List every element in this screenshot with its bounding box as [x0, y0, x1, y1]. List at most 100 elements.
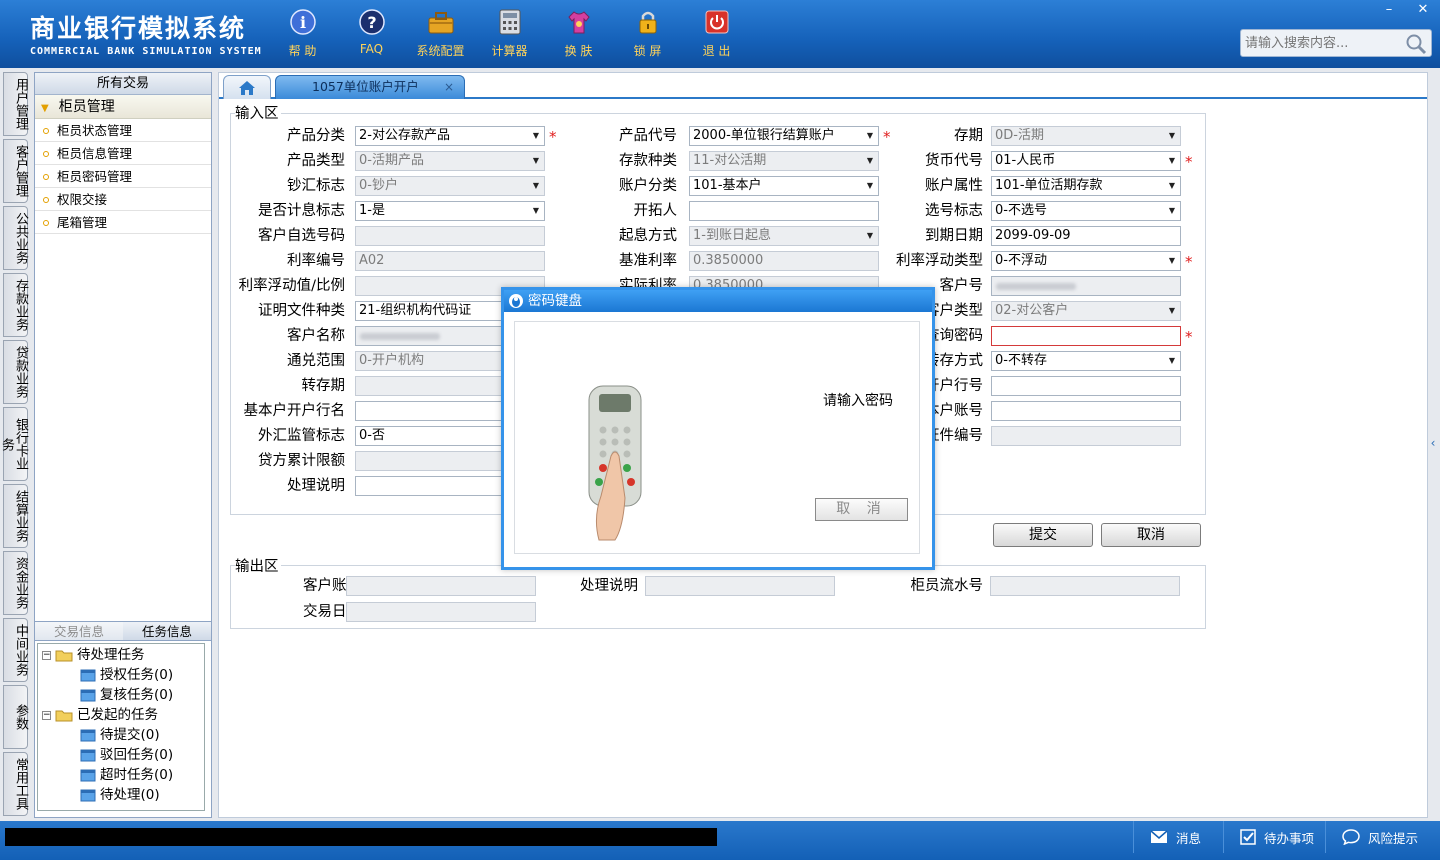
message-button[interactable]: 消息	[1133, 821, 1223, 853]
field-value: 101-基本户	[693, 178, 762, 193]
input-section-label: 输入区	[235, 102, 281, 123]
menu-tail-box[interactable]: 尾箱管理	[35, 211, 211, 234]
tree-node-pending[interactable]: − 待处理任务	[42, 645, 145, 665]
label-col1-6: 利率浮动值/比例	[238, 278, 345, 294]
dropdown-arrow-icon[interactable]: ▼	[1164, 302, 1180, 320]
dropdown-arrow-icon[interactable]: ▼	[528, 127, 544, 145]
select-col2-2[interactable]: 101-基本户 ▼	[689, 176, 879, 196]
select-col3-5[interactable]: 0-不浮动 ▼	[991, 251, 1181, 271]
vtab-bank-card-business[interactable]: 银行卡业务	[0, 407, 28, 481]
select-col1-0[interactable]: 2-对公存款产品 ▼	[355, 126, 545, 146]
menu-teller-info[interactable]: 柜员信息管理	[35, 142, 211, 165]
tree-label: 待处理任务	[77, 647, 145, 663]
bullet-icon	[43, 151, 49, 157]
tree-node-timeout[interactable]: 超时任务(0)	[80, 765, 173, 785]
select-col3-1[interactable]: 01-人民币 ▼	[991, 151, 1181, 171]
label-col1-3: 是否计息标志	[258, 203, 345, 219]
search-input[interactable]	[1241, 30, 1401, 56]
menu-permission-handover[interactable]: 权限交接	[35, 188, 211, 211]
field-value: 0-不选号	[995, 203, 1047, 218]
vtab-fund-business[interactable]: 资金业务	[3, 551, 28, 615]
module-tabs: 用户管理 客户管理 公共业务 存款业务 贷款业务 银行卡业务 结算业务 资金业务…	[0, 72, 28, 819]
vtab-public-business[interactable]: 公共业务	[3, 206, 28, 270]
collapse-icon[interactable]: −	[42, 650, 51, 660]
tree-node-todo[interactable]: 待处理(0)	[80, 785, 160, 805]
vtab-customer-management[interactable]: 客户管理	[3, 139, 28, 203]
input-col3-4[interactable]: 2099-09-09	[991, 226, 1181, 246]
field-value: 0D-活期	[995, 128, 1044, 143]
task-tree: − 待处理任务 授权任务(0) 复核任务(0) − 已发起的任务 待提交(0) …	[37, 643, 205, 811]
input-col3-8[interactable]	[991, 326, 1181, 346]
field-value: 11-对公活期	[693, 153, 767, 168]
menu-teller-password[interactable]: 柜员密码管理	[35, 165, 211, 188]
collapse-icon[interactable]: −	[42, 710, 51, 720]
cancel-button[interactable]: 取消	[1101, 523, 1201, 547]
input-col3-11[interactable]	[991, 401, 1181, 421]
vtab-settlement-business[interactable]: 结算业务	[3, 484, 28, 548]
tree-node-initiated[interactable]: − 已发起的任务	[42, 705, 158, 725]
dropdown-arrow-icon[interactable]: ▼	[528, 177, 544, 195]
tree-node-submit[interactable]: 待提交(0)	[80, 725, 160, 745]
select-col3-2[interactable]: 101-单位活期存款 ▼	[991, 176, 1181, 196]
collapse-right-icon[interactable]: ‹	[1428, 425, 1438, 461]
dropdown-arrow-icon[interactable]: ▼	[1164, 252, 1180, 270]
close-window-button[interactable]: ✕	[1406, 0, 1440, 18]
select-col2-0[interactable]: 2000-单位银行结算账户 ▼	[689, 126, 879, 146]
dropdown-arrow-icon[interactable]: ▼	[528, 152, 544, 170]
minimize-button[interactable]: –	[1372, 0, 1406, 18]
menu-teller-status[interactable]: 柜员状态管理	[35, 119, 211, 142]
tab-task-info[interactable]: 任务信息	[123, 622, 211, 640]
panel-tabs: 交易信息 任务信息	[35, 621, 211, 641]
exit-button[interactable]: 退 出	[682, 8, 751, 62]
tree-node-review[interactable]: 复核任务(0)	[80, 685, 173, 705]
dialog-titlebar: 密码键盘	[504, 290, 932, 312]
tab-close-icon[interactable]: ×	[444, 76, 454, 98]
help-button[interactable]: i 帮 助	[268, 8, 337, 62]
tree-node-rejected[interactable]: 驳回任务(0)	[80, 745, 173, 765]
dropdown-arrow-icon[interactable]: ▼	[1164, 127, 1180, 145]
skin-button[interactable]: 换 肤	[544, 8, 613, 62]
tab-account-opening[interactable]: 1057单位账户开户 ×	[275, 75, 465, 99]
info-icon: i	[289, 8, 317, 36]
calculator-button[interactable]: 计算器	[475, 8, 544, 62]
dropdown-arrow-icon[interactable]: ▼	[1164, 202, 1180, 220]
vtab-user-management[interactable]: 用户管理	[3, 72, 28, 136]
home-tab[interactable]	[223, 75, 271, 99]
search-icon[interactable]	[1405, 33, 1427, 59]
faq-button[interactable]: ? FAQ	[337, 8, 406, 62]
message-label: 消息	[1176, 830, 1202, 846]
dropdown-arrow-icon[interactable]: ▼	[1164, 152, 1180, 170]
system-config-button[interactable]: 系统配置	[406, 8, 475, 62]
dialog-cancel-button[interactable]: 取 消	[815, 498, 908, 521]
vtab-intermediary-business[interactable]: 中间业务	[3, 618, 28, 682]
dialog-message: 请输入密码	[823, 393, 893, 409]
faq-icon: ?	[358, 8, 386, 36]
input-col2-3[interactable]	[689, 201, 879, 221]
label-col2-4: 起息方式	[619, 228, 677, 244]
select-col3-9[interactable]: 0-不转存 ▼	[991, 351, 1181, 371]
submit-button[interactable]: 提交	[993, 523, 1093, 547]
task-icon	[80, 769, 96, 782]
menu-label: 柜员信息管理	[57, 146, 133, 161]
risk-alert-button[interactable]: 风险提示	[1325, 821, 1435, 853]
todo-button[interactable]: 待办事项	[1223, 821, 1325, 853]
vtab-common-tools[interactable]: 常用工具	[3, 752, 28, 816]
lock-screen-button[interactable]: 锁 屏	[613, 8, 682, 62]
bullet-icon	[43, 128, 49, 134]
input-col3-10[interactable]	[991, 376, 1181, 396]
label-col1-9: 通兑范围	[287, 353, 345, 369]
tree-node-auth[interactable]: 授权任务(0)	[80, 665, 173, 685]
field-value: 2-对公存款产品	[359, 128, 450, 143]
dropdown-arrow-icon[interactable]: ▼	[1164, 177, 1180, 195]
tab-transaction-info[interactable]: 交易信息	[35, 622, 123, 640]
group-teller-management[interactable]: ▼ 柜员管理	[35, 95, 211, 119]
vtab-deposit-business[interactable]: 存款业务	[3, 273, 28, 337]
svg-text:i: i	[299, 13, 305, 32]
vtab-loan-business[interactable]: 贷款业务	[3, 340, 28, 404]
vtab-parameters[interactable]: 参数	[3, 685, 28, 749]
dropdown-arrow-icon[interactable]: ▼	[528, 202, 544, 220]
select-col3-3[interactable]: 0-不选号 ▼	[991, 201, 1181, 221]
dropdown-arrow-icon[interactable]: ▼	[1164, 352, 1180, 370]
select-col1-3[interactable]: 1-是 ▼	[355, 201, 545, 221]
label-process-note-out: 处理说明	[580, 578, 638, 594]
